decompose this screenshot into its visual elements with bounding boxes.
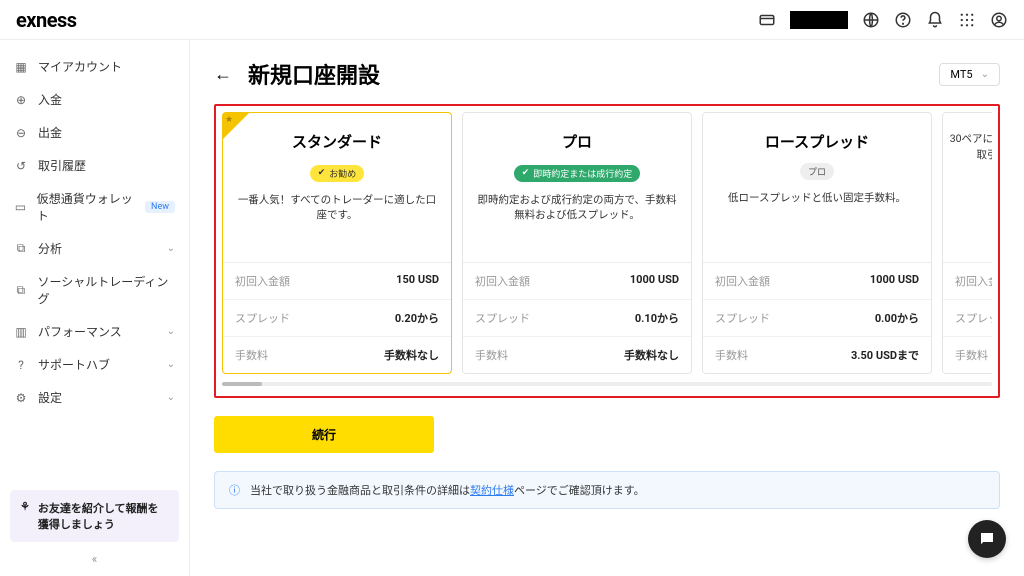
sidebar-item-label: 仮想通貨ウォレット: [37, 190, 135, 224]
chevron-down-icon: ⌄: [167, 326, 175, 337]
card-desc: 一番人気！すべてのトレーダーに適した口座です。: [235, 192, 439, 224]
sidebar-item-label: 設定: [38, 389, 62, 406]
sidebar-item-social[interactable]: ⧉ ソーシャルトレーディング: [0, 265, 189, 315]
arrow-circle-icon: ⊖: [14, 126, 28, 140]
social-icon: ⧉: [14, 283, 27, 297]
card-row: スプレッド: [943, 300, 992, 337]
card-row: 手数料3.50 USDまで: [703, 337, 931, 373]
info-text: 当社で取り扱う金融商品と取引条件の詳細は契約仕様ページでご確認頂けます。: [250, 482, 645, 498]
account-cards: スタンダード ✔ お勧め 一番人気！すべてのトレーダーに適した口座です。 初回入…: [222, 112, 992, 374]
sidebar-item-crypto[interactable]: ▭ 仮想通貨ウォレット New: [0, 182, 189, 232]
tag-recommended: ✔ お勧め: [310, 165, 365, 182]
sidebar-item-label: パフォーマンス: [38, 323, 122, 340]
sidebar-item-performance[interactable]: ▥ パフォーマンス ⌄: [0, 315, 189, 348]
tag-pro: プロ: [800, 163, 834, 180]
users-icon: ⚘: [20, 500, 30, 513]
plus-circle-icon: ⊕: [14, 93, 28, 107]
card-name: スタンダード: [235, 131, 439, 152]
help-icon[interactable]: [894, 11, 912, 29]
sidebar-item-label: ソーシャルトレーディング: [37, 273, 175, 307]
page-head: ← 新規口座開設 MT5 ⌄: [214, 58, 1000, 90]
sidebar-item-label: サポートハブ: [38, 356, 110, 373]
scroll-indicator[interactable]: [222, 382, 992, 386]
star-icon: [223, 113, 249, 139]
back-icon[interactable]: ←: [214, 64, 232, 85]
card-row: 初回入金額150 USD: [223, 263, 451, 300]
chart-icon: ⧉: [14, 242, 28, 256]
sidebar-item-history[interactable]: ↺ 取引履歴: [0, 149, 189, 182]
card-name: プロ: [475, 131, 679, 152]
sidebar-item-label: 出金: [38, 124, 62, 141]
chevron-down-icon: ⌄: [981, 69, 989, 80]
card-row: 初回入金額1000 USD: [463, 263, 691, 300]
chevron-down-icon: ⌄: [167, 392, 175, 403]
card-row: スプレッド0.10から: [463, 300, 691, 337]
nav: ▦ マイアカウント ⊕ 入金 ⊖ 出金 ↺ 取引履歴 ▭ 仮想通貨ウォレット New ⧉ 分析…: [0, 50, 189, 414]
card-desc: 30ペアにおいて取引: [949, 131, 992, 163]
card-standard[interactable]: スタンダード ✔ お勧め 一番人気！すべてのトレーダーに適した口座です。 初回入…: [222, 112, 452, 374]
card-partial[interactable]: 30ペアにおいて取引 初回入金額 スプレッド 手数料: [942, 112, 992, 374]
card-row: 手数料手数料なし: [463, 337, 691, 373]
info-icon: ⓘ: [229, 482, 240, 498]
card-row: 初回入金額: [943, 263, 992, 300]
wallet-icon: ▭: [14, 200, 27, 214]
card-row: スプレッド0.00から: [703, 300, 931, 337]
card-pro[interactable]: プロ ✔ 即時約定または成行約定 即時約定および成行約定の両方で、手数料無料およ…: [462, 112, 692, 374]
sidebar: ▦ マイアカウント ⊕ 入金 ⊖ 出金 ↺ 取引履歴 ▭ 仮想通貨ウォレット New ⧉ 分析…: [0, 40, 190, 576]
sidebar-item-withdraw[interactable]: ⊖ 出金: [0, 116, 189, 149]
globe-icon[interactable]: [862, 11, 880, 29]
card-desc: 低ロースプレッドと低い固定手数料。: [715, 190, 919, 206]
gear-icon: ⚙: [14, 391, 28, 405]
apps-icon[interactable]: [958, 11, 976, 29]
chevron-down-icon: ⌄: [167, 243, 175, 254]
logo: exness: [16, 8, 77, 32]
sidebar-item-label: 入金: [38, 91, 62, 108]
grid-icon: ▦: [14, 60, 28, 74]
sidebar-item-label: 分析: [38, 240, 62, 257]
continue-button[interactable]: 続行: [214, 416, 434, 453]
card-name: ロースプレッド: [715, 131, 919, 152]
chevron-down-icon: ⌄: [167, 359, 175, 370]
account-id-mask: [790, 11, 848, 29]
top-icons: [758, 11, 1008, 29]
sidebar-item-support[interactable]: ? サポートハブ ⌄: [0, 348, 189, 381]
platform-label: MT5: [950, 68, 972, 81]
bars-icon: ▥: [14, 325, 28, 339]
referral-promo[interactable]: ⚘ お友達を紹介して報酬を獲得しましょう: [10, 490, 179, 542]
page-title: 新規口座開設: [248, 58, 380, 90]
topbar: exness: [0, 0, 1024, 40]
main: ← 新規口座開設 MT5 ⌄ スタンダード ✔ お勧め 一番人気！すべてのトレー…: [190, 40, 1024, 576]
sidebar-item-analytics[interactable]: ⧉ 分析 ⌄: [0, 232, 189, 265]
sidebar-item-settings[interactable]: ⚙ 設定 ⌄: [0, 381, 189, 414]
highlight-box: スタンダード ✔ お勧め 一番人気！すべてのトレーダーに適した口座です。 初回入…: [214, 104, 1000, 398]
bell-icon[interactable]: [926, 11, 944, 29]
tag-execution: ✔ 即時約定または成行約定: [514, 165, 641, 182]
collapse-sidebar[interactable]: «: [0, 552, 189, 566]
card-row: スプレッド0.20から: [223, 300, 451, 337]
referral-text: お友達を紹介して報酬を獲得しましょう: [38, 500, 169, 532]
card-raw-spread[interactable]: ロースプレッド プロ 低ロースプレッドと低い固定手数料。 初回入金額1000 U…: [702, 112, 932, 374]
help-icon: ?: [14, 358, 28, 372]
sidebar-item-account[interactable]: ▦ マイアカウント: [0, 50, 189, 83]
card-desc: 即時約定および成行約定の両方で、手数料無料および低スプレッド。: [475, 192, 679, 224]
user-icon[interactable]: [990, 11, 1008, 29]
card-row: 初回入金額1000 USD: [703, 263, 931, 300]
info-bar: ⓘ 当社で取り扱う金融商品と取引条件の詳細は契約仕様ページでご確認頂けます。: [214, 471, 1000, 509]
history-icon: ↺: [14, 159, 28, 173]
badge-new: New: [145, 201, 175, 213]
chat-button[interactable]: [968, 520, 1006, 558]
sidebar-item-label: 取引履歴: [38, 157, 86, 174]
sidebar-item-deposit[interactable]: ⊕ 入金: [0, 83, 189, 116]
platform-selector[interactable]: MT5 ⌄: [939, 63, 1000, 86]
info-link[interactable]: 契約仕様: [470, 484, 514, 497]
sidebar-item-label: マイアカウント: [38, 58, 122, 75]
wallet-icon[interactable]: [758, 11, 776, 29]
card-row: 手数料手数料なし: [223, 337, 451, 373]
card-row: 手数料: [943, 337, 992, 373]
